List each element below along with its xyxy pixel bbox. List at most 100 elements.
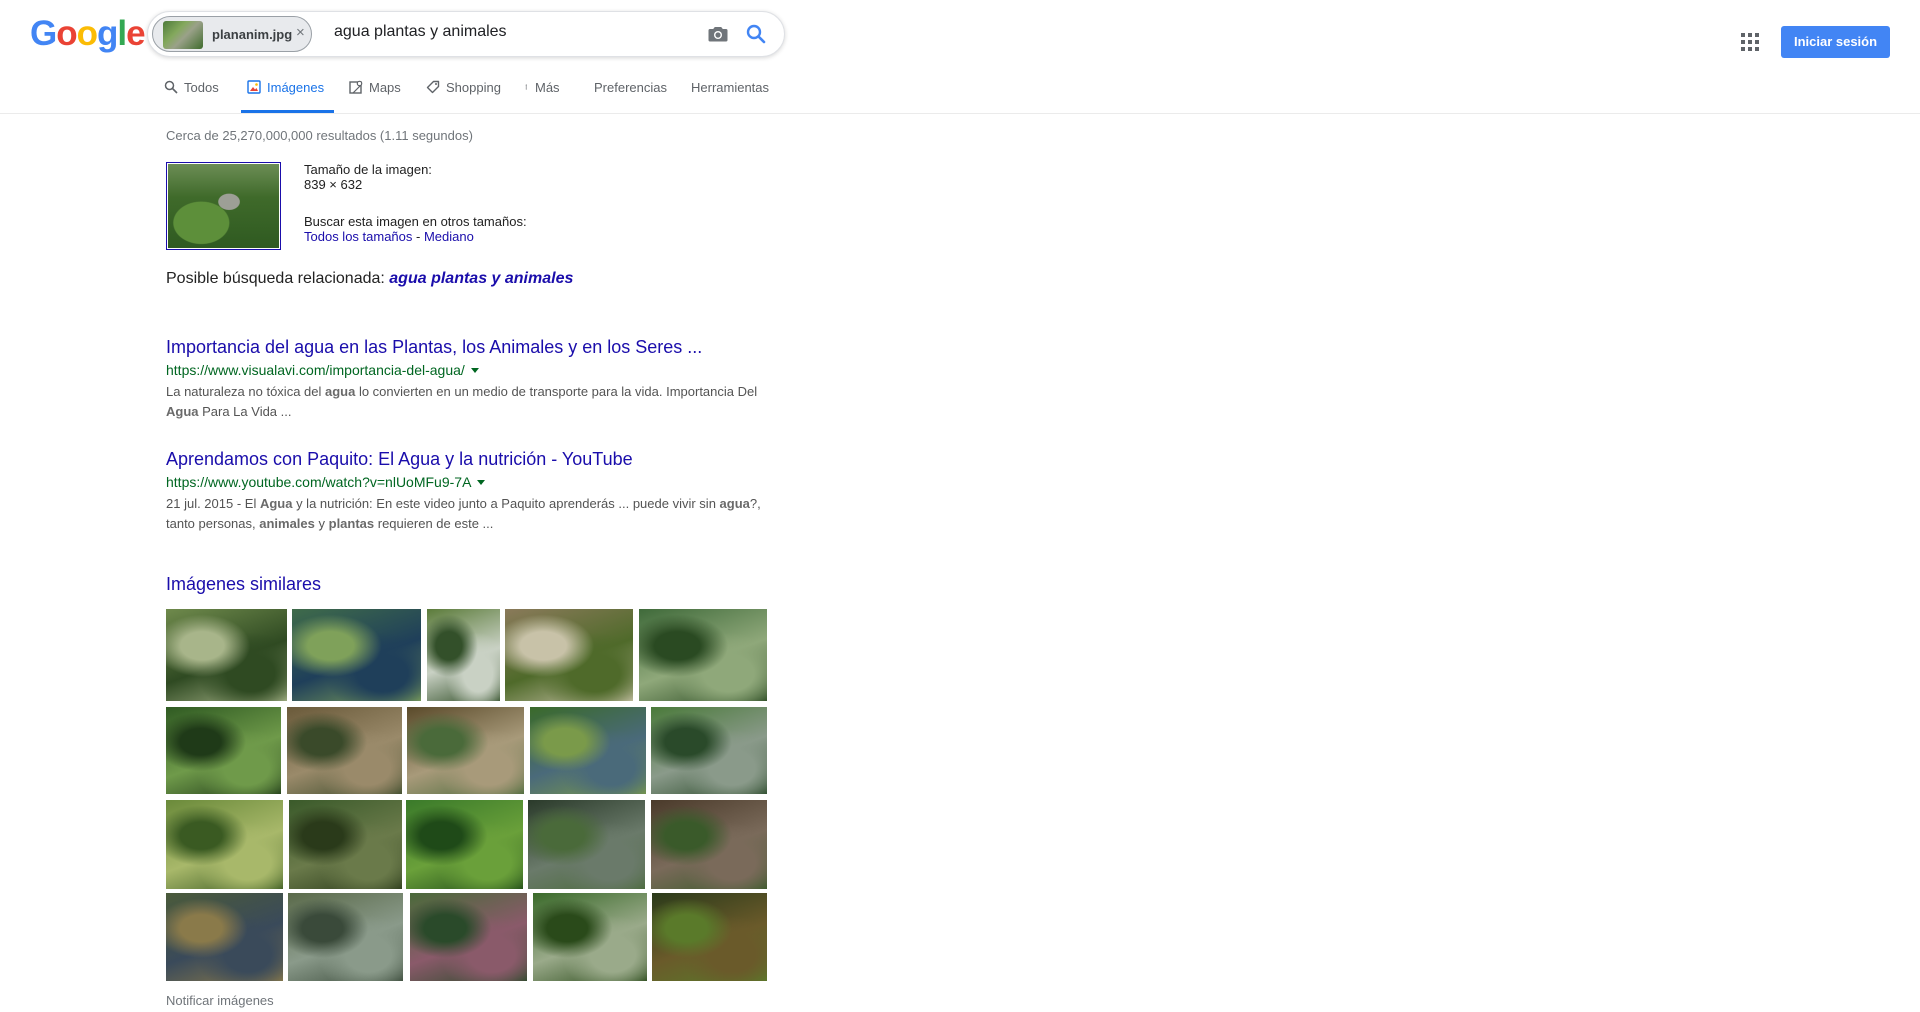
tab-label: Más: [535, 80, 560, 95]
snippet-line: 21 jul. 2015 - El Agua y la nutrición: E…: [166, 494, 786, 514]
result-url-text: https://www.visualavi.com/importancia-de…: [166, 362, 465, 378]
snippet-bold-term: animales: [259, 516, 315, 531]
chip-filename: plananim.jpg: [212, 27, 293, 42]
snippet-text: y: [314, 516, 329, 531]
similar-images-heading[interactable]: Imágenes similares: [166, 574, 321, 595]
tab-label: Maps: [369, 80, 401, 95]
related-search: Posible búsqueda relacionada: agua plant…: [166, 270, 573, 288]
signin-button[interactable]: Iniciar sesión: [1781, 26, 1890, 58]
tab-herramientas[interactable]: Herramientas: [691, 80, 769, 113]
similar-image-thumbnail[interactable]: [651, 800, 767, 889]
dropdown-caret-icon[interactable]: [477, 480, 486, 485]
image-size-label: Tamaño de la imagen:: [304, 162, 432, 177]
chip-thumbnail: [163, 21, 203, 49]
similar-image-thumbnail[interactable]: [410, 893, 527, 981]
image-icon: [247, 80, 261, 94]
search-box[interactable]: plananim.jpg × agua plantas y animales: [147, 11, 785, 57]
similar-image-thumbnail[interactable]: [533, 893, 647, 981]
snippet-text: ?,: [749, 496, 761, 511]
similar-image-thumbnail[interactable]: [530, 707, 646, 794]
snippet-text: requieren de este ...: [374, 516, 494, 531]
snippet-text: y la nutrición: En este video junto a Pa…: [292, 496, 720, 511]
similar-image-thumbnail[interactable]: [166, 707, 281, 794]
google-logo[interactable]: Google: [30, 14, 146, 54]
similar-image-thumbnail[interactable]: [528, 800, 645, 889]
logo-letter: e: [126, 14, 145, 53]
tab-mas[interactable]: Más: [525, 80, 560, 113]
snippet-bold-term: agua: [719, 496, 750, 511]
snippet-text: Para La Vida ...: [198, 404, 292, 419]
result-url[interactable]: https://www.visualavi.com/importancia-de…: [166, 361, 786, 379]
search-icon[interactable]: [744, 22, 768, 46]
tab-label: Imágenes: [267, 80, 325, 95]
dropdown-caret-icon[interactable]: [470, 368, 479, 373]
snippet-line: La naturaleza no tóxica del agua lo conv…: [166, 382, 786, 402]
image-size-value: 839 × 632: [304, 177, 363, 192]
similar-image-thumbnail[interactable]: [287, 707, 402, 794]
result-snippet: La naturaleza no tóxica del agua lo conv…: [166, 382, 786, 422]
logo-letter: G: [30, 14, 57, 53]
similar-image-thumbnail[interactable]: [166, 609, 287, 701]
tab-maps[interactable]: Maps: [349, 80, 401, 113]
snippet-line: tanto personas, animales y plantas requi…: [166, 514, 786, 534]
logo-letter: o: [76, 14, 98, 53]
result-title-link[interactable]: Importancia del agua en las Plantas, los…: [166, 336, 786, 358]
snippet-bold-term: plantas: [328, 516, 375, 531]
tab-preferencias[interactable]: Preferencias: [594, 80, 667, 113]
report-images-link[interactable]: Notificar imágenes: [166, 993, 274, 1008]
logo-letter: l: [117, 14, 127, 53]
chip-close-icon[interactable]: ×: [296, 24, 305, 41]
logo-letter: g: [97, 14, 118, 53]
similar-image-thumbnail[interactable]: [651, 707, 767, 794]
results-stats: Cerca de 25,270,000,000 resultados (1.11…: [166, 128, 473, 143]
result-url[interactable]: https://www.youtube.com/watch?v=nlUoMFu9…: [166, 473, 786, 491]
tag-icon: [426, 80, 440, 94]
other-sizes-label: Buscar esta imagen en otros tamaños:: [304, 214, 527, 229]
snippet-bold-term: agua: [325, 384, 356, 399]
similar-image-thumbnail[interactable]: [289, 800, 402, 889]
result-url-text: https://www.youtube.com/watch?v=nlUoMFu9…: [166, 474, 472, 490]
snippet-line: Agua Para La Vida ...: [166, 402, 786, 422]
similar-image-thumbnail[interactable]: [166, 800, 283, 889]
map-icon: [349, 80, 363, 94]
header: Google plananim.jpg × agua plantas y ani…: [0, 0, 1920, 114]
similar-image-thumbnail[interactable]: [407, 707, 524, 794]
similar-image-thumbnail[interactable]: [427, 609, 500, 701]
result-snippet: 21 jul. 2015 - El Agua y la nutrición: E…: [166, 494, 786, 534]
related-search-link[interactable]: agua plantas y animales: [389, 270, 573, 287]
tab-todos[interactable]: Todos: [164, 80, 219, 113]
related-search-prefix: Posible búsqueda relacionada:: [166, 270, 390, 287]
query-image-thumbnail[interactable]: [166, 162, 281, 250]
snippet-text: tanto personas,: [166, 516, 260, 531]
image-search-chip[interactable]: plananim.jpg ×: [152, 16, 312, 52]
snippet-text: La naturaleza no tóxica del: [166, 384, 325, 399]
similar-image-thumbnail[interactable]: [406, 800, 523, 889]
similar-image-thumbnail[interactable]: [292, 609, 421, 701]
all-sizes-link[interactable]: Todos los tamaños: [304, 229, 412, 244]
similar-image-thumbnail[interactable]: [639, 609, 767, 701]
tab-shopping[interactable]: Shopping: [426, 80, 501, 113]
logo-letter: o: [56, 14, 77, 53]
apps-grid-icon[interactable]: [1740, 32, 1760, 52]
snippet-text: 21 jul. 2015 - El: [166, 496, 260, 511]
search-result: Aprendamos con Paquito: El Agua y la nut…: [166, 448, 786, 534]
similar-image-thumbnail[interactable]: [166, 893, 283, 981]
snippet-bold-term: Agua: [259, 496, 293, 511]
search-input[interactable]: agua plantas y animales: [334, 23, 507, 41]
medium-size-link[interactable]: Mediano: [424, 229, 474, 244]
similar-image-thumbnail[interactable]: [288, 893, 403, 981]
similar-image-thumbnail[interactable]: [652, 893, 767, 981]
size-separator: -: [412, 229, 424, 244]
snippet-bold-term: Agua: [166, 404, 199, 419]
search-icon: [164, 80, 178, 94]
tab-label: Shopping: [446, 80, 501, 95]
image-info: Tamaño de la imagen: 839 × 632 Buscar es…: [304, 162, 527, 244]
query-image: [168, 164, 279, 248]
search-result: Importancia del agua en las Plantas, los…: [166, 336, 786, 422]
camera-icon[interactable]: [706, 22, 730, 46]
snippet-text: lo convierten en un medio de transporte …: [355, 384, 758, 399]
tab-imagenes[interactable]: Imágenes: [240, 80, 335, 113]
more-vert-icon: [525, 84, 527, 90]
result-title-link[interactable]: Aprendamos con Paquito: El Agua y la nut…: [166, 448, 786, 470]
similar-image-thumbnail[interactable]: [505, 609, 633, 701]
